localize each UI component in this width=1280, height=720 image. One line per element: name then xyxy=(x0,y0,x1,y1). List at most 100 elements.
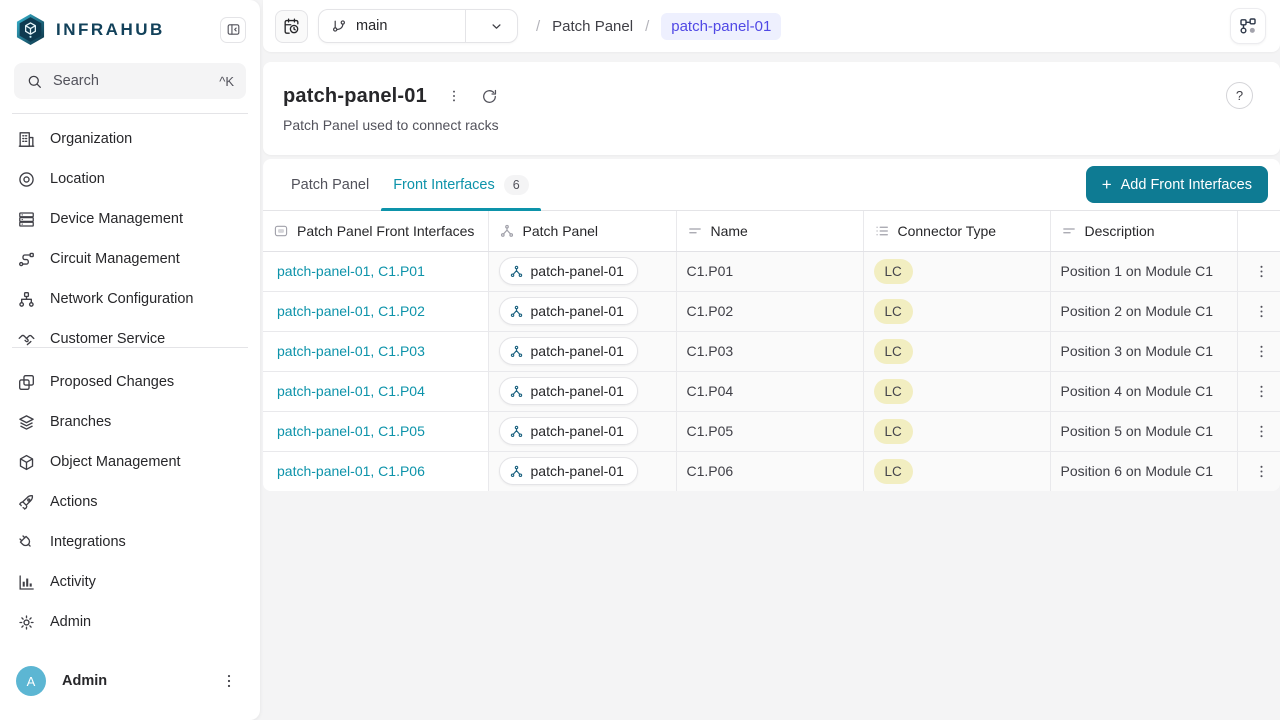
name-cell: C1.P05 xyxy=(687,423,734,439)
hierarchy-icon xyxy=(17,290,36,309)
breadcrumb-patch-panel[interactable]: Patch Panel xyxy=(552,18,633,35)
sidebar-platform-group: Proposed Changes Branches Object Managem… xyxy=(0,348,260,642)
breadcrumb-current-chip[interactable]: patch-panel-01 xyxy=(661,13,781,40)
row-actions-button[interactable] xyxy=(1248,337,1276,365)
row-actions-button[interactable] xyxy=(1248,297,1276,325)
front-interface-link[interactable]: patch-panel-01, C1.P04 xyxy=(277,383,425,399)
sidebar-item-actions[interactable]: Actions xyxy=(0,482,260,522)
route-icon xyxy=(17,250,36,269)
breadcrumb-separator: / xyxy=(645,18,649,35)
rel-icon xyxy=(499,223,515,239)
schema-visualizer-button[interactable] xyxy=(1230,8,1266,44)
table-row: patch-panel-01, C1.P04 patch-panel-01 C1… xyxy=(263,371,1280,411)
patch-panel-chip[interactable]: patch-panel-01 xyxy=(499,457,638,485)
tabstrip: Patch Panel Front Interfaces 6 + Add Fro… xyxy=(263,159,1280,211)
chevron-down-icon xyxy=(488,18,505,35)
patch-panel-chip[interactable]: patch-panel-01 xyxy=(499,417,638,445)
connector-type-badge: LC xyxy=(874,339,913,364)
relationship-icon xyxy=(509,264,524,279)
name-cell: C1.P01 xyxy=(687,263,734,279)
logo-row: INFRAHUB xyxy=(0,0,260,46)
rocket-icon xyxy=(17,493,36,512)
app-title: INFRAHUB xyxy=(56,20,210,40)
column-header-connector-type: Connector Type xyxy=(863,211,1050,251)
sidebar-item-customer-service[interactable]: Customer Service xyxy=(0,319,260,347)
git-branch-icon xyxy=(331,18,347,34)
sidebar-spacer xyxy=(0,642,260,654)
patch-panel-chip[interactable]: patch-panel-01 xyxy=(499,257,638,285)
column-header-patch-panel-front-interfaces: Patch Panel Front Interfaces xyxy=(263,211,488,251)
search-input[interactable]: Search ^K xyxy=(14,63,246,99)
row-actions-button[interactable] xyxy=(1248,377,1276,405)
connector-type-badge: LC xyxy=(874,259,913,284)
branch-selector[interactable]: main xyxy=(318,9,518,43)
front-interface-link[interactable]: patch-panel-01, C1.P03 xyxy=(277,343,425,359)
sidebar-item-integrations[interactable]: Integrations xyxy=(0,522,260,562)
sidebar-item-branches[interactable]: Branches xyxy=(0,402,260,442)
connector-type-badge: LC xyxy=(874,299,913,324)
tab-front-interfaces[interactable]: Front Interfaces 6 xyxy=(381,159,541,210)
time-travel-button[interactable] xyxy=(275,10,308,43)
handshake-icon xyxy=(17,330,36,348)
actions-column-header xyxy=(1237,211,1280,251)
search-icon xyxy=(26,73,43,90)
sidebar-item-object-management[interactable]: Object Management xyxy=(0,442,260,482)
object-header-card: patch-panel-01 Patch Panel used to conne… xyxy=(263,62,1280,155)
relationship-icon xyxy=(509,304,524,319)
avatar: A xyxy=(16,666,46,696)
sidebar-item-admin[interactable]: Admin xyxy=(0,602,260,642)
servers-icon xyxy=(17,210,36,229)
refresh-button[interactable] xyxy=(477,83,503,109)
sidebar-item-activity[interactable]: Activity xyxy=(0,562,260,602)
front-interface-link[interactable]: patch-panel-01, C1.P01 xyxy=(277,263,425,279)
user-actions-button[interactable] xyxy=(216,668,242,694)
front-interface-link[interactable]: patch-panel-01, C1.P06 xyxy=(277,463,425,479)
patch-panel-chip[interactable]: patch-panel-01 xyxy=(499,377,638,405)
plug-icon xyxy=(17,533,36,552)
tab-patch-panel[interactable]: Patch Panel xyxy=(279,159,381,210)
sidebar-item-location[interactable]: Location xyxy=(0,159,260,199)
relationship-icon xyxy=(509,344,524,359)
connector-type-badge: LC xyxy=(874,459,913,484)
user-menu[interactable]: A Admin xyxy=(0,654,260,720)
topbar: main / Patch Panel / patch-panel-01 xyxy=(263,0,1280,52)
front-interface-link[interactable]: patch-panel-01, C1.P05 xyxy=(277,423,425,439)
infrahub-logo-icon xyxy=(15,13,46,46)
layers-icon xyxy=(17,413,36,432)
sidebar: INFRAHUB Search ^K Organization Location… xyxy=(0,0,260,720)
collapse-sidebar-button[interactable] xyxy=(220,17,246,43)
connector-type-badge: LC xyxy=(874,379,913,404)
name-cell: C1.P06 xyxy=(687,463,734,479)
diff-icon xyxy=(17,373,36,392)
sidebar-item-proposed-changes[interactable]: Proposed Changes xyxy=(0,362,260,402)
front-interface-link[interactable]: patch-panel-01, C1.P02 xyxy=(277,303,425,319)
sidebar-item-circuit-management[interactable]: Circuit Management xyxy=(0,239,260,279)
sidebar-item-network-configuration[interactable]: Network Configuration xyxy=(0,279,260,319)
sidebar-item-device-management[interactable]: Device Management xyxy=(0,199,260,239)
kebab-icon xyxy=(1253,263,1270,280)
description-cell: Position 1 on Module C1 xyxy=(1061,263,1214,279)
connector-type-badge: LC xyxy=(874,419,913,444)
row-actions-button[interactable] xyxy=(1248,457,1276,485)
refresh-icon xyxy=(481,88,498,105)
branch-dropdown-toggle[interactable] xyxy=(475,18,517,35)
breadcrumb-separator: / xyxy=(536,18,540,35)
help-button[interactable]: ? xyxy=(1226,82,1253,109)
front-interfaces-table: Patch Panel Front Interfaces Patch Panel… xyxy=(263,211,1280,491)
patch-panel-chip[interactable]: patch-panel-01 xyxy=(499,337,638,365)
table-row: patch-panel-01, C1.P06 patch-panel-01 C1… xyxy=(263,451,1280,491)
main-area: main / Patch Panel / patch-panel-01 patc… xyxy=(260,0,1280,720)
row-actions-button[interactable] xyxy=(1248,257,1276,285)
object-actions-button[interactable] xyxy=(441,83,467,109)
relationship-icon xyxy=(509,384,524,399)
search-placeholder: Search xyxy=(53,73,99,89)
plus-icon: + xyxy=(1102,176,1112,193)
relationship-icon xyxy=(509,424,524,439)
name-cell: C1.P02 xyxy=(687,303,734,319)
sidebar-item-organization[interactable]: Organization xyxy=(0,119,260,159)
row-actions-button[interactable] xyxy=(1248,417,1276,445)
kebab-icon xyxy=(220,672,238,690)
patch-panel-chip[interactable]: patch-panel-01 xyxy=(499,297,638,325)
search-shortcut: ^K xyxy=(219,74,234,89)
add-front-interfaces-button[interactable]: + Add Front Interfaces xyxy=(1086,166,1268,203)
